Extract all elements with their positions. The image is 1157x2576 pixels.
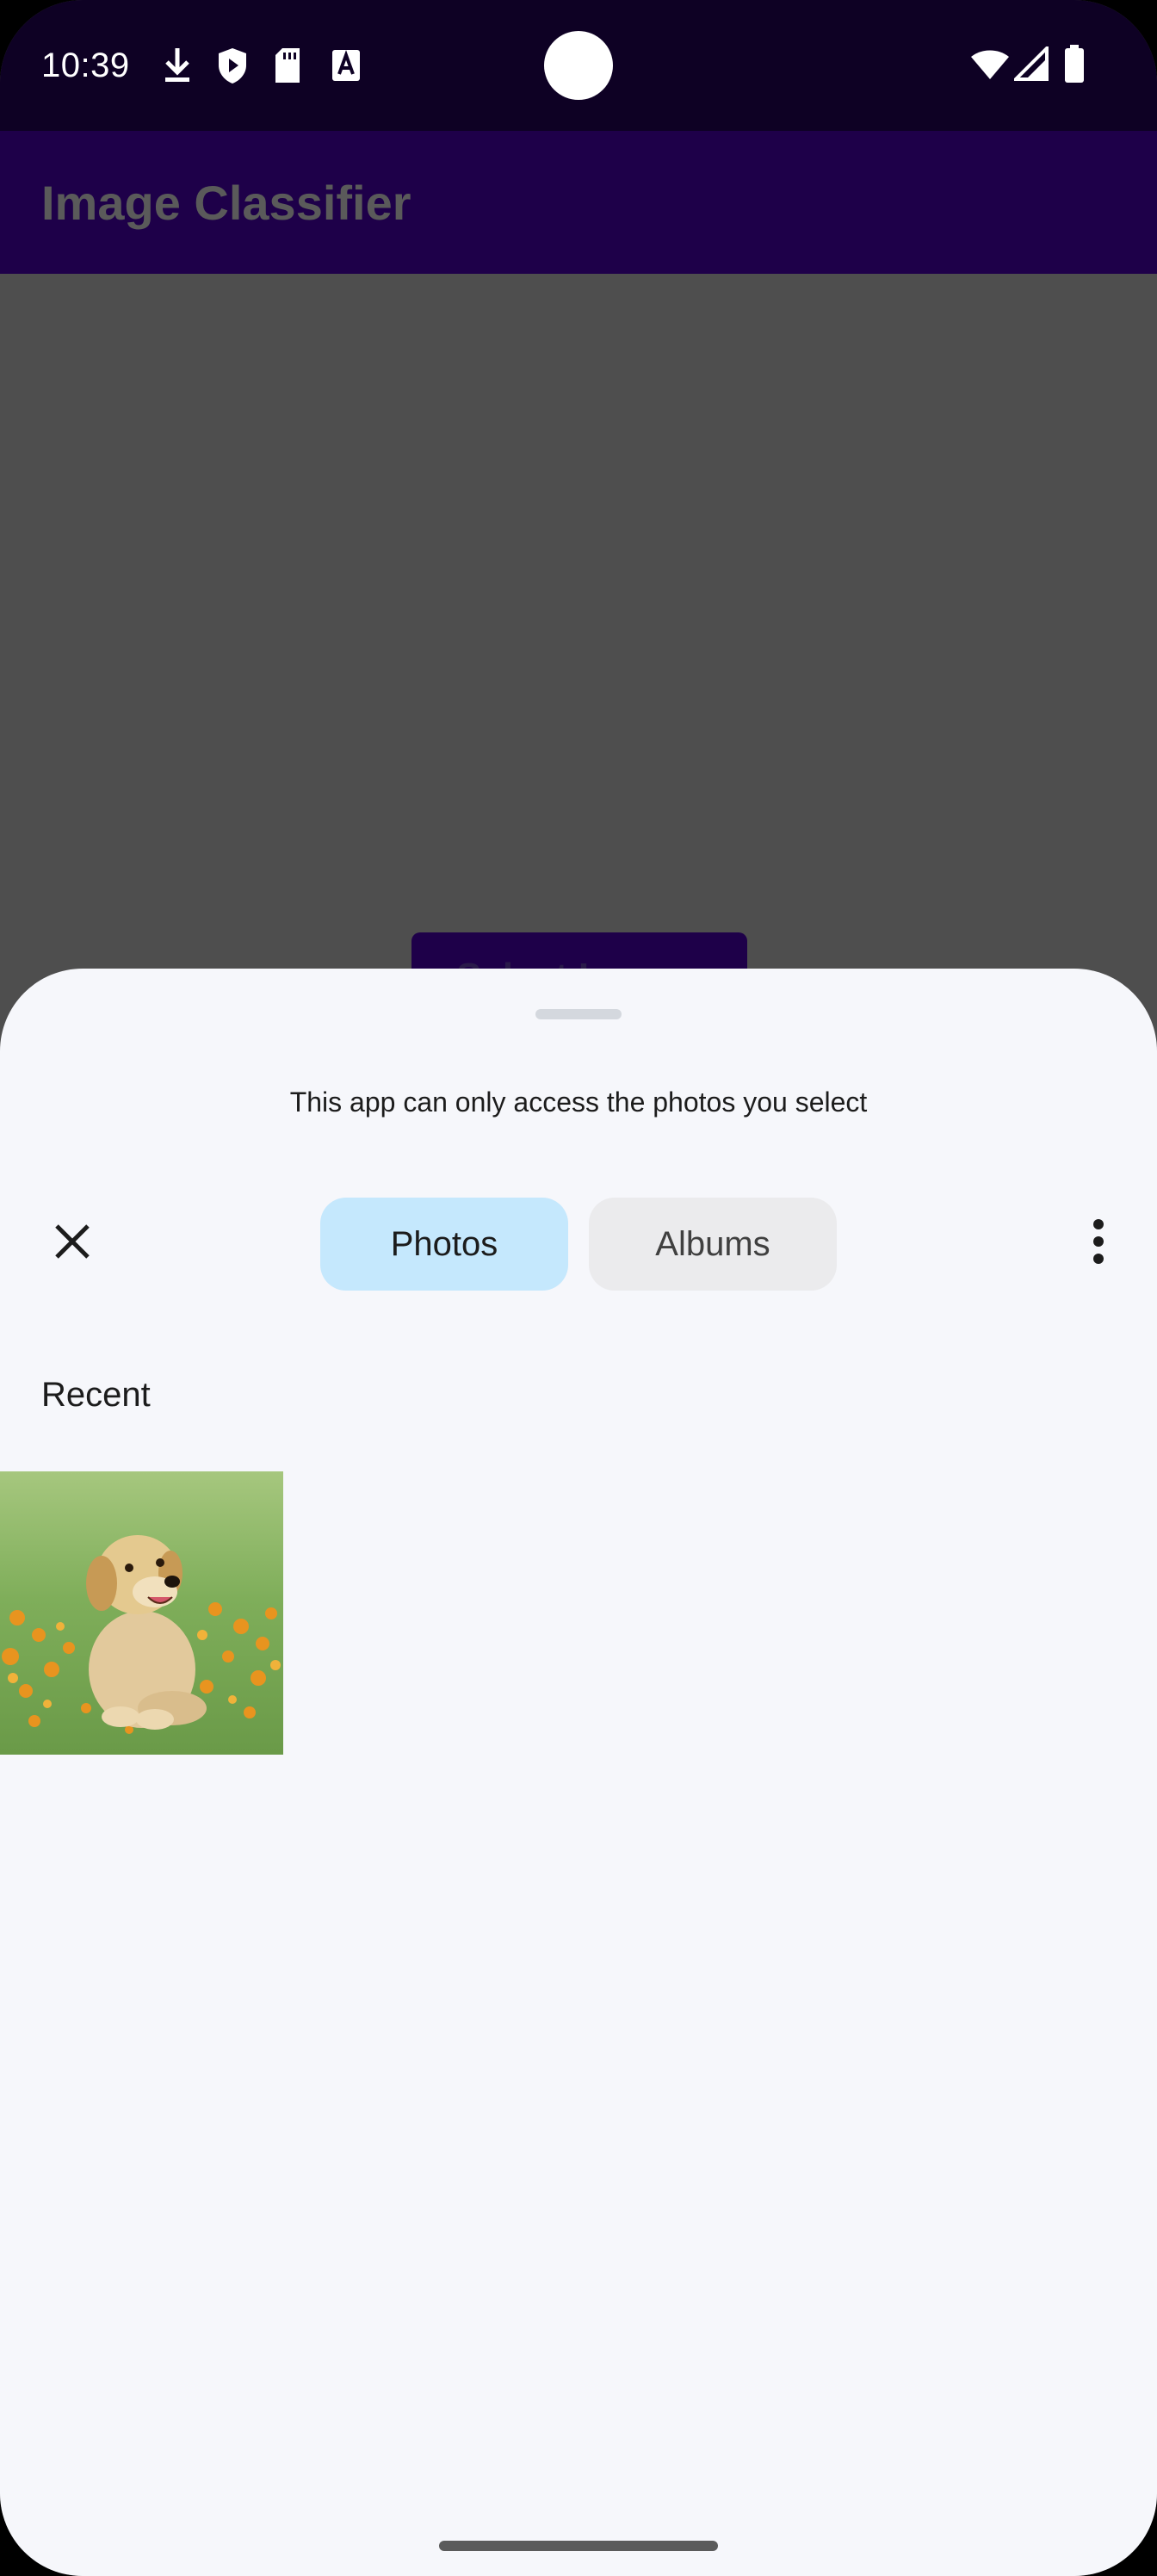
access-note: This app can only access the photos you …: [289, 1087, 868, 1118]
battery-icon: [1062, 43, 1086, 89]
tab-albums-label: Albums: [655, 1224, 770, 1263]
more-vert-icon: [1092, 1217, 1105, 1270]
section-title-recent: Recent: [41, 1376, 151, 1414]
sd-card-icon: [272, 45, 303, 90]
camera-cutout: [544, 31, 613, 100]
home-indicator[interactable]: [439, 2541, 718, 2551]
shield-play-icon: [215, 45, 250, 90]
signal-icon: [1012, 44, 1049, 85]
tab-photos[interactable]: Photos: [320, 1198, 568, 1291]
photo-thumbnail[interactable]: [0, 1471, 283, 1755]
app-title: Image Classifier: [41, 176, 411, 230]
puppy-photo-image: [0, 1471, 283, 1755]
photo-picker-sheet: [0, 969, 1157, 2576]
tab-albums[interactable]: Albums: [589, 1198, 837, 1291]
close-button[interactable]: [38, 1209, 107, 1278]
download-icon: [160, 45, 195, 90]
screen: 10:39 Image Classifier This app can only…: [0, 0, 1157, 2576]
wifi-icon: [969, 46, 1011, 85]
status-time: 10:39: [41, 46, 130, 84]
tab-photos-label: Photos: [390, 1224, 498, 1263]
font-a-icon: [329, 45, 363, 90]
more-options-button[interactable]: [1064, 1209, 1133, 1278]
drag-handle[interactable]: [535, 1009, 622, 1019]
close-icon: [52, 1221, 93, 1266]
